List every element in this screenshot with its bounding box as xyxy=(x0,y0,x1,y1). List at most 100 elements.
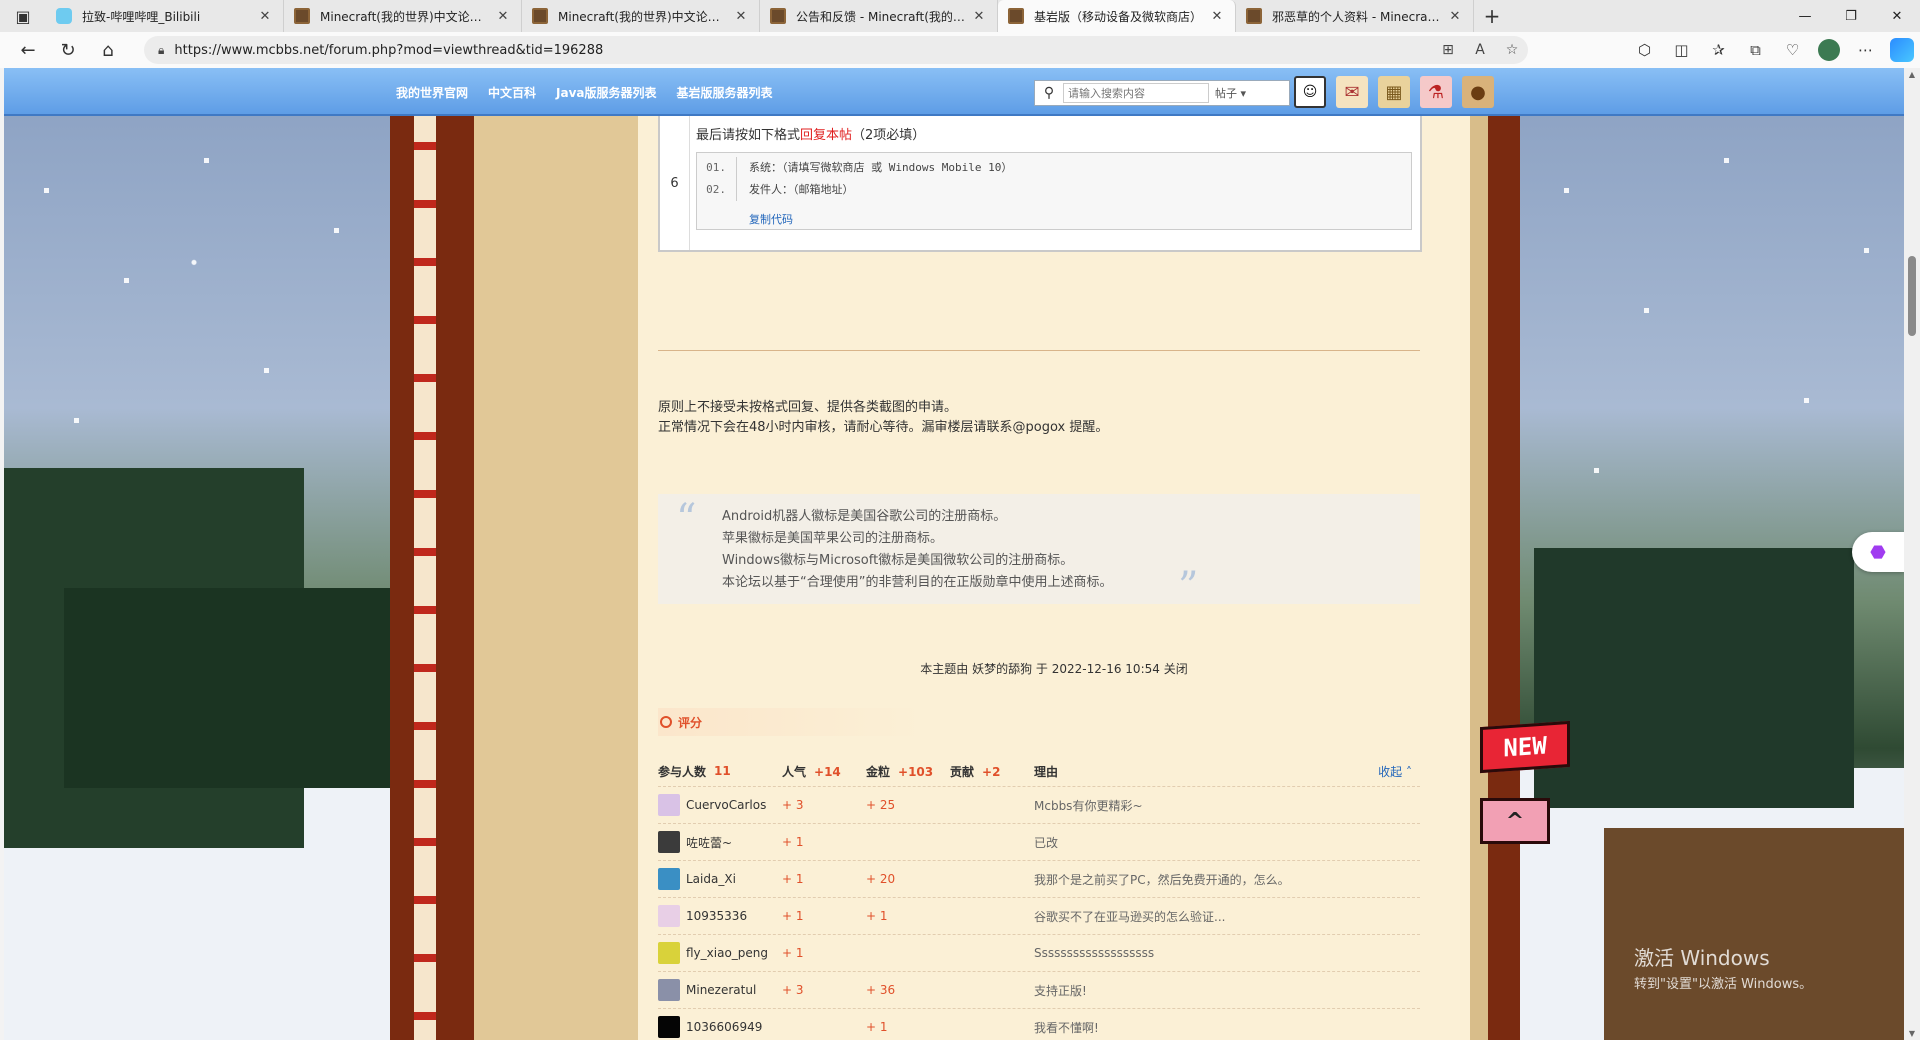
avatar[interactable] xyxy=(658,1016,680,1038)
search-input[interactable] xyxy=(1063,83,1209,103)
new-tab-button[interactable]: + xyxy=(1474,4,1510,28)
home-button[interactable]: ⌂ xyxy=(88,32,128,68)
rating-circle-icon xyxy=(660,716,672,728)
avatar[interactable] xyxy=(658,831,680,853)
trademark-quote: “ Android机器人徽标是美国谷歌公司的注册商标。 苹果徽标是美国苹果公司的… xyxy=(658,494,1420,610)
crafting-box-icon[interactable]: ▦ xyxy=(1378,76,1410,108)
search-type-select[interactable]: 帖子 ▾ xyxy=(1209,85,1261,101)
post-notes: 原则上不接受未按格式回复、提供各类截图的申请。 正常情况下会在48小时内审核，请… xyxy=(658,398,1108,438)
search-icon[interactable]: ⚲ xyxy=(1035,85,1063,101)
avatar[interactable] xyxy=(658,868,680,890)
rater-username[interactable]: 10935336 xyxy=(686,909,747,923)
thread-closed-notice: 本主题由 妖梦的舔狗 于 2022-12-16 10:54 关闭 xyxy=(920,662,1188,676)
scroll-down-icon[interactable]: ▼ xyxy=(1904,1029,1920,1038)
more-menu-icon[interactable]: ⋯ xyxy=(1847,41,1884,59)
extensions-icon[interactable]: ⬡ xyxy=(1626,41,1663,59)
user-avatar-icon[interactable]: ☺ xyxy=(1294,76,1326,108)
browser-tab[interactable]: Minecraft(我的世界)中文论坛— ✕ xyxy=(284,0,522,32)
favorites-icon[interactable]: ✰ xyxy=(1700,41,1737,59)
tab-close-icon[interactable]: ✕ xyxy=(971,9,987,24)
browser-tab[interactable]: 基岩版（移动设备及微软商店） ✕ xyxy=(998,0,1236,32)
site-nav-bar: 我的世界官网 中文百科 Java版服务器列表 基岩版服务器列表 ⚲ 帖子 ▾ ☺… xyxy=(4,68,1904,116)
page-scrollbar[interactable]: ▲ ▼ xyxy=(1904,68,1920,1040)
read-aloud-icon[interactable]: A xyxy=(1464,42,1496,58)
avatar[interactable] xyxy=(658,905,680,927)
avatar[interactable] xyxy=(658,794,680,816)
url-text[interactable]: https://www.mcbbs.net/forum.php?mod=view… xyxy=(174,43,603,58)
wooden-cabin xyxy=(1604,828,1904,1040)
popularity-label: 人气 xyxy=(782,764,807,779)
rating-row: Minezeratul + 3 + 36 支持正版! xyxy=(658,971,1420,1008)
tab-close-icon[interactable]: ✕ xyxy=(257,9,273,24)
tab-close-icon[interactable]: ✕ xyxy=(495,9,511,24)
snowflake xyxy=(1724,158,1729,163)
nav-link-official[interactable]: 我的世界官网 xyxy=(396,84,468,101)
url-field[interactable]: 🔒︎ https://www.mcbbs.net/forum.php?mod=v… xyxy=(144,36,1528,64)
tab-actions-icon[interactable]: ▣ xyxy=(0,0,46,32)
decorative-stripe xyxy=(414,116,436,1040)
minimize-icon[interactable]: — xyxy=(1782,0,1828,32)
nav-link-bedrock-servers[interactable]: 基岩版服务器列表 xyxy=(677,84,773,101)
popularity-value: + 1 xyxy=(782,909,804,923)
rater-username[interactable]: 1036606949 xyxy=(686,1020,762,1034)
code-line-text: 发件人：（邮箱地址） xyxy=(749,183,854,196)
back-button[interactable]: ← xyxy=(8,32,48,68)
browser-essentials-icon[interactable]: ♡ xyxy=(1774,41,1811,59)
browser-tab[interactable]: 邪恶草的个人资料 - Minecraft(我 ✕ xyxy=(1236,0,1474,32)
profile-avatar[interactable] xyxy=(1818,39,1840,61)
avatar[interactable] xyxy=(658,942,680,964)
copy-code-link[interactable]: 复制代码 xyxy=(749,211,793,227)
rater-username[interactable]: Minezeratul xyxy=(686,983,756,997)
tab-title: 基岩版（移动设备及微软商店） xyxy=(1034,9,1203,24)
divider xyxy=(658,350,1420,351)
browser-tab[interactable]: 公告和反馈 - Minecraft(我的世界 ✕ xyxy=(760,0,998,32)
rating-reason: 我那个是之前买了PC，然后免费开通的，怎么。 xyxy=(1034,872,1290,887)
collapse-label: 收起 xyxy=(1378,764,1403,779)
back-to-top-button[interactable]: ^ xyxy=(1480,798,1550,844)
code-line-number: 02. xyxy=(697,179,737,201)
tab-close-icon[interactable]: ✕ xyxy=(733,9,749,24)
lock-icon[interactable]: 🔒︎ xyxy=(158,43,164,58)
gold-total: +103 xyxy=(898,764,934,779)
watermark-line2: 转到"设置"以激活 Windows。 xyxy=(1634,977,1813,992)
watermark-line1: 激活 Windows xyxy=(1634,946,1770,970)
open-quote-icon: “ xyxy=(676,496,697,542)
post-content: 6 最后请按如下格式回复本帖（2项必填） 01. 系统：（请填写微软商店 或 W… xyxy=(638,116,1470,1040)
potion-icon[interactable]: ⚗ xyxy=(1420,76,1452,108)
wood-frame-left xyxy=(390,116,474,1040)
restore-icon[interactable]: ❐ xyxy=(1828,0,1874,32)
browser-tab[interactable]: 拉致-哔哩哔哩_Bilibili ✕ xyxy=(46,0,284,32)
new-badge[interactable]: NEW xyxy=(1480,720,1570,774)
rating-reason: Sssssssssssssssssss xyxy=(1034,946,1155,960)
favorite-star-icon[interactable]: ☆ xyxy=(1496,42,1528,58)
rater-username[interactable]: CuervoCarlos xyxy=(686,798,766,812)
messages-icon[interactable]: ✉ xyxy=(1336,76,1368,108)
avatar[interactable] xyxy=(658,979,680,1001)
nav-link-java-servers[interactable]: Java版服务器列表 xyxy=(556,84,656,101)
rater-username[interactable]: 咗咗蕾~ xyxy=(686,834,732,851)
tab-close-icon[interactable]: ✕ xyxy=(1209,9,1225,24)
popularity-value: + 3 xyxy=(782,983,804,997)
reply-format-instruction: 最后请按如下格式回复本帖（2项必填） xyxy=(696,124,925,143)
gold-value: + 25 xyxy=(866,798,896,812)
scrollbar-thumb[interactable] xyxy=(1908,256,1916,336)
code-line: 02. 发件人：（邮箱地址） xyxy=(697,179,854,201)
nav-link-wiki[interactable]: 中文百科 xyxy=(488,84,536,101)
rating-row: 10935336 + 1 + 1 谷歌买不了在亚马逊买的怎么验证... xyxy=(658,897,1420,934)
side-pin-icon[interactable]: ⬣ xyxy=(1852,532,1904,572)
close-window-icon[interactable]: ✕ xyxy=(1874,0,1920,32)
split-screen-icon[interactable]: ◫ xyxy=(1663,41,1700,59)
collapse-link[interactable]: 收起 ˄ xyxy=(1378,763,1412,780)
tab-close-icon[interactable]: ✕ xyxy=(1447,9,1463,24)
scroll-up-icon[interactable]: ▲ xyxy=(1904,70,1920,79)
app-available-icon[interactable]: ⊞ xyxy=(1432,42,1464,58)
refresh-button[interactable]: ↻ xyxy=(48,32,88,68)
browser-tab[interactable]: Minecraft(我的世界)中文论坛 - ✕ xyxy=(522,0,760,32)
reason-label: 理由 xyxy=(1034,764,1059,779)
collections-icon[interactable]: ⧉ xyxy=(1737,41,1774,59)
cookie-icon[interactable]: ● xyxy=(1462,76,1494,108)
gold-label: 金粒 xyxy=(866,764,891,779)
rater-username[interactable]: fly_xiao_peng xyxy=(686,946,768,960)
rater-username[interactable]: Laida_Xi xyxy=(686,872,736,886)
bing-copilot-icon[interactable] xyxy=(1890,38,1914,62)
